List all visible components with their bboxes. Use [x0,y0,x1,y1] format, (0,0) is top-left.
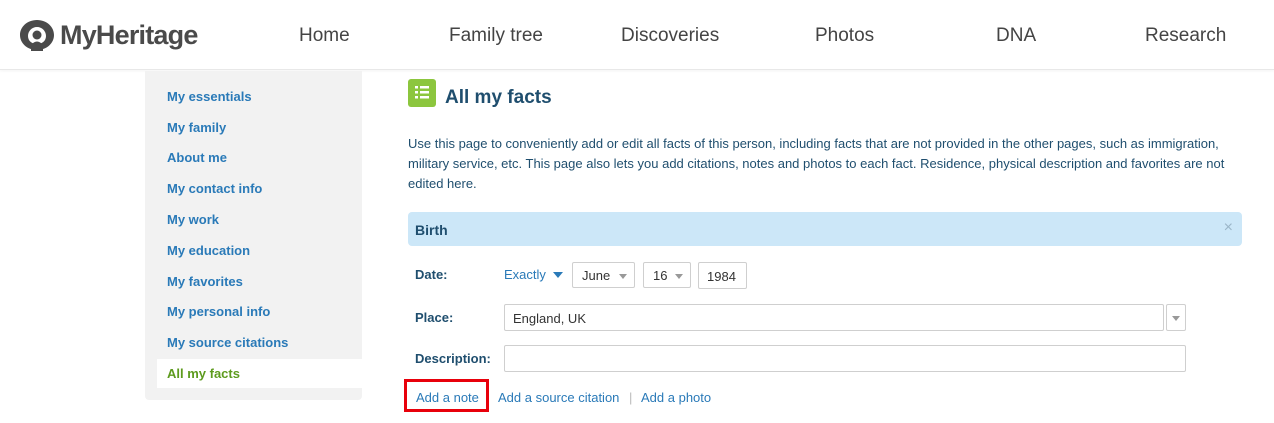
day-select[interactable]: 16 [643,262,691,288]
myheritage-logo[interactable]: MyHeritage [18,18,198,52]
date-label: Date: [415,267,448,282]
chevron-down-icon [552,271,563,278]
sidebar-item-my-family[interactable]: My family [167,120,226,135]
sidebar-item-my-personal-info[interactable]: My personal info [167,304,270,319]
month-select[interactable]: June [572,262,635,288]
top-header: MyHeritage Home Family tree Discoveries … [0,0,1274,70]
chevron-down-icon [1172,316,1180,321]
description-label: Description: [415,351,491,366]
myheritage-logo-icon [20,20,54,51]
nav-dna[interactable]: DNA [996,25,1036,47]
link-separator: | [629,390,633,405]
chevron-down-icon [619,274,627,279]
nav-family-tree[interactable]: Family tree [449,25,543,47]
place-value: England, UK [513,311,586,326]
date-qualifier-value: Exactly [504,267,546,282]
sidebar-item-my-work[interactable]: My work [167,212,219,227]
logo-text: MyHeritage [60,19,198,50]
nav-research[interactable]: Research [1145,25,1226,47]
place-input[interactable]: England, UK [504,304,1164,331]
add-source-citation-link[interactable]: Add a source citation [498,390,619,405]
add-note-link[interactable]: Add a note [416,390,479,405]
nav-photos[interactable]: Photos [815,25,874,47]
add-photo-link[interactable]: Add a photo [641,390,711,405]
page-title: All my facts [445,87,552,108]
sidebar-item-my-favorites[interactable]: My favorites [167,274,243,289]
birth-section-header: Birth × [408,212,1242,246]
year-value: 1984 [707,269,736,284]
nav-discoveries[interactable]: Discoveries [621,25,719,47]
sidebar-item-about-me[interactable]: About me [167,150,227,165]
profile-sidebar: My essentials My family About me My cont… [145,71,362,400]
close-icon[interactable]: × [1224,219,1233,237]
sidebar-item-my-education[interactable]: My education [167,243,250,258]
sidebar-item-my-source-citations[interactable]: My source citations [167,335,288,350]
sidebar-item-my-contact-info[interactable]: My contact info [167,181,262,196]
description-input[interactable] [504,345,1186,372]
nav-home[interactable]: Home [299,25,350,47]
day-value: 16 [653,268,668,283]
chevron-down-icon [675,274,683,279]
section-title: Birth [415,222,448,238]
page-intro-text: Use this page to conveniently add or edi… [408,136,1225,191]
year-input[interactable]: 1984 [698,262,747,289]
place-dropdown-button[interactable] [1166,304,1186,331]
sidebar-item-all-my-facts[interactable]: All my facts [167,366,240,381]
list-icon [408,79,436,107]
place-label: Place: [415,310,454,325]
month-value: June [582,268,611,283]
date-qualifier-dropdown[interactable]: Exactly [504,267,563,282]
sidebar-item-my-essentials[interactable]: My essentials [167,89,252,104]
